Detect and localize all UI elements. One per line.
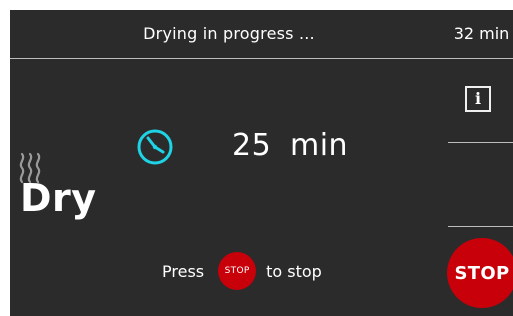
stop-button[interactable]: STOP [447, 238, 513, 308]
info-button[interactable]: i [465, 86, 491, 112]
clock-icon [137, 129, 173, 165]
info-icon: i [474, 89, 482, 108]
sidebar-divider [448, 226, 513, 227]
time-unit: min [290, 128, 349, 163]
hint-stop-icon: STOP [218, 252, 257, 290]
stop-hint: Press STOP to stop [162, 252, 322, 290]
sidebar-divider [448, 142, 513, 143]
remaining-time: 32 min [453, 24, 510, 43]
hint-suffix: to stop [266, 261, 322, 281]
program-name: Dry [20, 176, 97, 220]
hint-prefix: Press [162, 261, 205, 281]
status-title: Drying in progress ... [143, 24, 315, 43]
dryer-display: Drying in progress ... 32 min i 25 min D… [10, 10, 513, 316]
time-value: 25 [232, 128, 272, 163]
header-divider [10, 58, 513, 59]
